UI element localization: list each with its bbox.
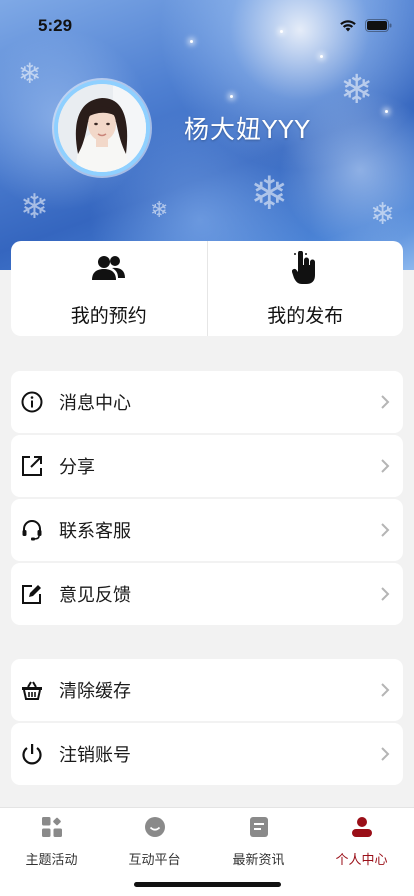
tab-label: 主题活动 [25,853,78,868]
tab-latest-news[interactable]: 最新资讯 [207,816,310,868]
tap-hand-icon [292,251,318,285]
quick-actions-card: 我的预约 我的发布 [11,241,403,336]
tab-personal-center[interactable]: 个人中心 [310,816,413,868]
snowflake-decoration: ❄ [20,187,49,227]
person-icon [310,816,413,838]
menu-item-delete-account[interactable]: 注销账号 [11,723,403,785]
chevron-right-icon [379,682,391,698]
battery-icon [365,17,392,36]
menu-item-feedback[interactable]: 意见反馈 [11,563,403,625]
menu-group-account: 清除缓存 注销账号 [11,659,403,787]
edit-icon [20,582,44,606]
sparkle-decoration [385,110,388,113]
menu-item-clear-cache[interactable]: 清除缓存 [11,659,403,721]
chevron-right-icon [379,522,391,538]
info-icon [20,390,44,414]
my-posts-button[interactable]: 我的发布 [206,241,404,336]
status-bar: 5:29 [0,0,414,50]
snowflake-decoration: ❄ [340,67,374,113]
menu-item-label: 联系客服 [59,521,131,542]
menu-group-main: 消息中心 分享 联系客服 意见反馈 [11,371,403,627]
menu-item-share[interactable]: 分享 [11,435,403,497]
menu-item-label: 分享 [59,457,95,478]
smile-icon [103,816,206,838]
document-icon [207,816,310,838]
profile-screen: ❄ ❄ ❄ ❄ ❄ ❄ 5:29 杨大妞YYY 我的预约 我的发布 消息中心 分… [0,0,414,896]
sparkle-decoration [230,95,233,98]
snowflake-decoration: ❄ [250,166,289,220]
snowflake-decoration: ❄ [150,198,169,223]
tab-interactive-platform[interactable]: 互动平台 [103,816,206,868]
chevron-right-icon [379,746,391,762]
headset-icon [20,518,44,542]
menu-item-label: 消息中心 [59,393,131,414]
basket-icon [20,678,44,702]
snowflake-decoration: ❄ [18,57,42,90]
menu-item-messages[interactable]: 消息中心 [11,371,403,433]
tab-label: 个人中心 [335,853,388,868]
avatar[interactable] [54,80,150,176]
menu-item-customer-service[interactable]: 联系客服 [11,499,403,561]
wifi-icon [339,17,357,36]
menu-item-label: 注销账号 [59,745,131,766]
users-icon [91,251,126,285]
username: 杨大妞YYY [184,115,311,144]
share-icon [20,454,44,478]
my-appointments-button[interactable]: 我的预约 [11,241,207,336]
chevron-right-icon [379,458,391,474]
tab-label: 互动平台 [128,853,181,868]
my-posts-label: 我的发布 [267,305,344,327]
power-icon [20,742,44,766]
my-appointments-label: 我的预约 [70,305,147,327]
snowflake-decoration: ❄ [370,197,396,232]
menu-item-label: 意见反馈 [59,585,131,606]
grid-icon [0,816,103,838]
tab-label: 最新资讯 [232,853,285,868]
menu-item-label: 清除缓存 [59,681,131,702]
status-icons [339,17,392,36]
chevron-right-icon [379,394,391,410]
tab-themed-activities[interactable]: 主题活动 [0,816,103,868]
sparkle-decoration [320,55,323,58]
home-indicator [134,882,281,887]
chevron-right-icon [379,586,391,602]
status-time: 5:29 [38,16,73,35]
